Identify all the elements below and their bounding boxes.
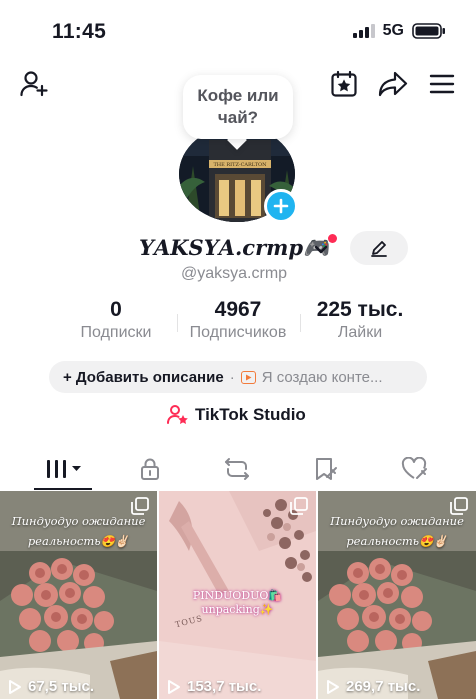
video-views: 269,7 тыс. [326,678,420,695]
stat-label: Лайки [337,324,383,341]
stat-likes[interactable]: 225 тыс. Лайки [308,298,412,342]
multi-photo-icon [450,497,468,515]
share-icon [378,71,408,97]
views-count: 153,7 тыс. [187,678,262,695]
repost-icon [225,458,249,480]
grid-icon [47,460,81,478]
stat-divider [177,314,178,332]
signal-icon [352,24,375,38]
play-icon [168,679,180,694]
status-indicators: 5G [352,22,446,40]
add-friend-button[interactable] [18,68,50,100]
add-bio-button[interactable]: + Добавить описание [63,369,224,386]
video-thumbnail[interactable]: Пиндуодуо ожидание реальность😍✌🏻 269,7 т… [318,491,476,699]
account-switcher[interactable] [314,242,328,260]
status-time: 11:45 [52,20,107,43]
note-text: Кофе или чай? [197,85,279,127]
menu-button[interactable] [426,68,458,100]
video-views: 67,5 тыс. [8,678,94,695]
video-caption: PINDUODUO🛍️ unpacking✨ [192,589,283,616]
profile-handle: @yaksya.crmp [181,265,288,282]
tab-favorites[interactable] [306,454,346,484]
menu-icon [429,74,455,94]
bio-pill: + Добавить описание · Я создаю конте... [49,361,427,393]
tab-reposts[interactable] [217,454,257,484]
tiktok-studio-label: TikTok Studio [195,405,306,424]
person-star-icon [167,405,188,424]
video-caption: Пиндуодуо ожидание реальность😍✌🏻 [11,514,146,548]
plus-icon [273,198,289,214]
tab-liked[interactable] [395,454,435,484]
views-count: 269,7 тыс. [346,678,421,695]
edit-profile-button[interactable] [350,231,408,265]
notification-dot [328,234,337,243]
svg-text:THE RITZ-CARLTON: THE RITZ-CARLTON [213,162,267,168]
views-count: 67,5 тыс. [28,678,95,695]
play-icon [327,679,339,694]
tiktok-studio-button[interactable]: TikTok Studio [167,404,306,426]
video-thumbnail[interactable]: PINDUODUO🛍️ unpacking✨ TOUS 153,7 тыс. [159,491,316,699]
stat-followers[interactable]: 4967 Подписчиков [183,298,293,342]
stat-label: Подписчиков [189,324,287,341]
note-bubble[interactable]: Кофе или чай? [183,75,293,139]
tab-videos[interactable] [43,454,85,484]
calendar-star-icon [331,70,357,97]
video-thumbnail[interactable]: Пиндуодуо ожидание реальность😍✌🏻 67,5 ты… [0,491,157,699]
network-label: 5G [382,22,404,39]
pencil-icon [371,241,387,257]
stat-label: Подписки [80,324,152,341]
battery-icon [412,23,445,39]
calendar-button[interactable] [328,68,360,100]
play-box-icon [240,370,256,384]
stat-value: 0 [110,298,122,321]
favorites-icon [316,458,337,480]
lock-icon [141,458,159,480]
tab-private[interactable] [130,454,170,484]
video-caption: Пиндуодуо ожидание реальность😍✌🏻 [330,514,464,548]
stat-value: 4967 [214,298,262,321]
stat-divider [300,314,301,332]
stat-value: 225 тыс. [316,298,404,321]
video-views: 153,7 тыс. [167,678,261,695]
stat-following[interactable]: 0 Подписки [74,298,158,342]
bio-separator: · [229,368,235,386]
add-story-button[interactable] [264,189,298,223]
tab-active-indicator [34,488,92,490]
liked-icon [401,457,427,479]
multi-photo-icon [131,497,149,515]
content-tabs [0,446,476,490]
chevron-down-icon [314,245,328,254]
add-friend-icon [20,71,48,97]
creator-category-button[interactable]: Я создаю конте... [240,368,383,386]
share-profile-button[interactable] [377,68,409,100]
creator-category-label: Я создаю конте... [261,368,383,386]
profile-name: 𝒀𝑨𝑲𝑺𝒀𝑨.crmp🎮 [139,235,330,260]
play-icon [9,679,21,694]
multi-photo-icon [290,497,308,515]
